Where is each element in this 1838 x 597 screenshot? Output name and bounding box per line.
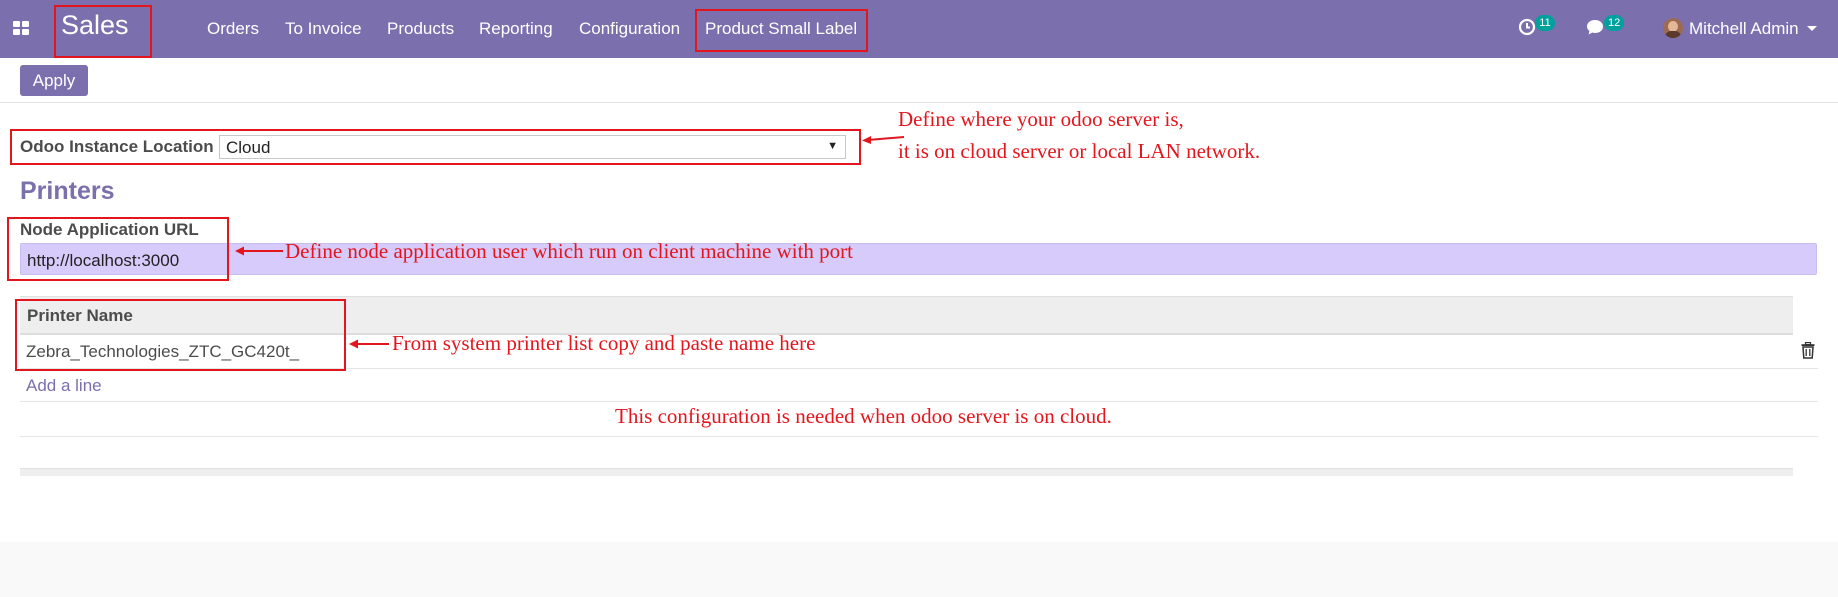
location-note-line1: Define where your odoo server is, [898, 107, 1184, 131]
location-highlight-box [10, 129, 861, 165]
menu-highlight-box [695, 9, 868, 52]
menu-products[interactable]: Products [387, 19, 454, 39]
url-highlight-box [7, 217, 229, 281]
printer-highlight-box [15, 299, 346, 371]
menu-reporting[interactable]: Reporting [479, 19, 553, 39]
table-footer [20, 468, 1793, 476]
apply-button[interactable]: Apply [20, 65, 88, 96]
menu-to-invoice[interactable]: To Invoice [285, 19, 362, 39]
location-arrow-icon [862, 136, 905, 144]
menu-configuration[interactable]: Configuration [579, 19, 680, 39]
message-badge: 12 [1604, 15, 1625, 31]
printer-arrow-icon [349, 339, 389, 349]
location-note-line2: it is on cloud server or local LAN netwo… [898, 139, 1261, 163]
activity-badge: 11 [1535, 15, 1555, 31]
cloud-config-note: This configuration is needed when odoo s… [615, 404, 1112, 428]
apps-grid-icon[interactable] [13, 21, 29, 35]
control-panel: Apply [0, 58, 1838, 103]
chat-bubble-icon[interactable] [1585, 17, 1605, 37]
brand-highlight-box [54, 5, 152, 58]
user-menu-name[interactable]: Mitchell Admin [1689, 19, 1799, 39]
chevron-down-icon[interactable] [1807, 26, 1817, 31]
add-line-link[interactable]: Add a line [26, 376, 102, 396]
top-navbar: Sales Orders To Invoice Products Reporti… [0, 0, 1838, 58]
printers-section-title: Printers [20, 177, 115, 205]
trash-icon[interactable] [1800, 342, 1816, 359]
node-url-note: Define node application user which run o… [285, 239, 853, 263]
page-bottom-area [0, 542, 1838, 597]
clock-icon[interactable] [1517, 17, 1537, 37]
avatar[interactable] [1663, 18, 1683, 38]
menu-orders[interactable]: Orders [207, 19, 259, 39]
printer-name-note: From system printer list copy and paste … [392, 331, 816, 355]
node-url-arrow-icon [235, 246, 283, 256]
